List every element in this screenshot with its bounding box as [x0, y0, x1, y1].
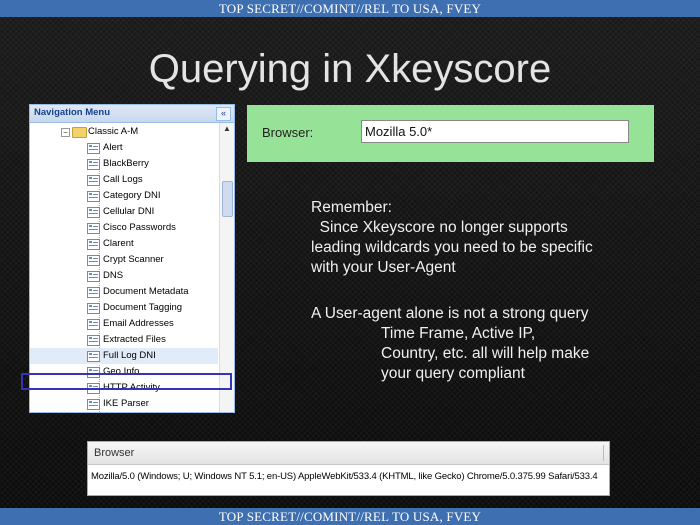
tree-item[interactable]: BlackBerry [30, 156, 218, 172]
tree-item[interactable]: Cellular DNI [30, 204, 218, 220]
navigation-menu-panel: Navigation Menu « − Classic A-M Alert Bla… [29, 104, 235, 413]
note-heading: Remember: [311, 199, 392, 216]
tree-item[interactable]: Document Metadata [30, 284, 218, 300]
collapse-folder-icon[interactable]: − [61, 128, 70, 137]
document-icon [87, 335, 100, 346]
navigation-tree: − Classic A-M Alert BlackBerry Call Logs Ca… [30, 123, 218, 412]
document-icon [87, 239, 100, 250]
tree-item[interactable]: Extracted Files [30, 332, 218, 348]
tree-item-label: Cisco Passwords [103, 222, 176, 233]
tree-item[interactable]: Clarent [30, 236, 218, 252]
document-icon [87, 319, 100, 330]
tree-folder-label: Classic A-M [88, 126, 139, 137]
tree-folder-classic-a-m[interactable]: − Classic A-M [30, 124, 218, 140]
document-icon [87, 207, 100, 218]
tree-item-label: Call Logs [103, 174, 143, 185]
browser-result-header: Browser [88, 442, 609, 465]
tree-item[interactable]: IKE Parser [30, 396, 218, 412]
tree-item-label: Extracted Files [103, 334, 166, 345]
browser-query-input[interactable]: Mozilla 5.0* [361, 120, 629, 143]
note-line: A User-agent alone is not a strong query [311, 305, 589, 322]
navigation-menu-header: Navigation Menu « [30, 105, 234, 123]
tree-item-label: Crypt Scanner [103, 254, 164, 265]
document-icon [87, 351, 100, 362]
note-line: with your User-Agent [311, 259, 456, 276]
tree-item[interactable]: Document Tagging [30, 300, 218, 316]
note-line-indented: Time Frame, Active IP, [381, 325, 536, 342]
browser-result-field: Browser Mozilla/5.0 (Windows; U; Windows… [87, 441, 610, 496]
document-icon [87, 223, 100, 234]
note-line-indented: your query compliant [381, 365, 525, 382]
tree-item[interactable]: Alert [30, 140, 218, 156]
tree-item-label: Category DNI [103, 190, 161, 201]
tree-item-label: Full Log DNI [103, 350, 156, 361]
tree-item-label: BlackBerry [103, 158, 149, 169]
document-icon [87, 399, 100, 410]
tree-item[interactable]: Call Logs [30, 172, 218, 188]
tree-item[interactable]: Crypt Scanner [30, 252, 218, 268]
document-icon [87, 143, 100, 154]
tree-item-label: Email Addresses [103, 318, 174, 329]
tree-item[interactable]: Cisco Passwords [30, 220, 218, 236]
scroll-up-arrow-icon[interactable]: ▲ [220, 123, 234, 135]
document-icon [87, 271, 100, 282]
column-divider [603, 445, 604, 461]
document-icon [87, 255, 100, 266]
navigation-menu-title: Navigation Menu [34, 107, 111, 118]
tree-item-label: Document Tagging [103, 302, 183, 313]
note-line: Since Xkeyscore no longer supports [311, 219, 568, 236]
document-icon [87, 191, 100, 202]
query-advice-note: A User-agent alone is not a strong query… [311, 304, 589, 384]
browser-result-label: Browser [94, 447, 135, 459]
classification-banner-bottom: TOP SECRET//COMINT//REL TO USA, FVEY [0, 508, 700, 525]
scrollbar-thumb[interactable] [222, 181, 233, 217]
document-icon [87, 159, 100, 170]
folder-icon [72, 127, 87, 138]
tree-item[interactable]: Full Log DNI [30, 348, 218, 364]
tree-item[interactable]: Email Addresses [30, 316, 218, 332]
tree-item-label: IKE Parser [103, 398, 149, 409]
tree-item-label: Alert [103, 142, 123, 153]
selected-item-outline [21, 373, 232, 390]
note-line: leading wildcards you need to be specifi… [311, 239, 593, 256]
note-line-indented: Country, etc. all will help make [381, 345, 590, 362]
document-icon [87, 287, 100, 298]
tree-item-label: Cellular DNI [103, 206, 155, 217]
classification-banner-top: TOP SECRET//COMINT//REL TO USA, FVEY [0, 0, 700, 17]
tree-item[interactable]: DNS [30, 268, 218, 284]
tree-item-label: DNS [103, 270, 124, 281]
browser-result-value[interactable]: Mozilla/5.0 (Windows; U; Windows NT 5.1;… [88, 465, 609, 489]
browser-query-panel: Browser: Mozilla 5.0* [247, 105, 654, 162]
slide-title: Querying in Xkeyscore [148, 47, 552, 91]
document-icon [87, 303, 100, 314]
tree-item-label: Clarent [103, 238, 134, 249]
navigation-scrollbar[interactable]: ▲ [219, 123, 234, 412]
collapse-menu-button[interactable]: « [216, 107, 231, 121]
remember-note: Remember: Since Xkeyscore no longer supp… [311, 198, 593, 278]
browser-query-label: Browser: [262, 125, 314, 140]
tree-item[interactable]: Category DNI [30, 188, 218, 204]
document-icon [87, 175, 100, 186]
tree-item-label: Document Metadata [103, 286, 189, 297]
